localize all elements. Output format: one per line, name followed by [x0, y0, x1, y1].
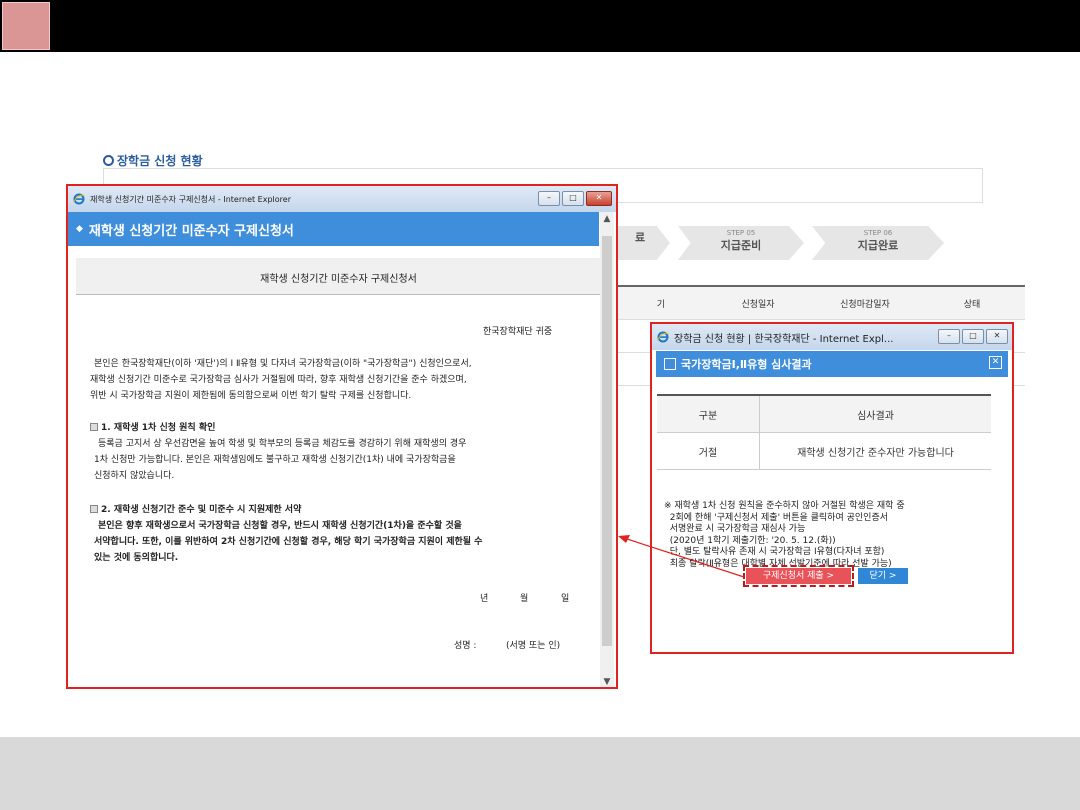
connector-arrow	[618, 535, 745, 578]
footer-band	[0, 737, 1080, 810]
